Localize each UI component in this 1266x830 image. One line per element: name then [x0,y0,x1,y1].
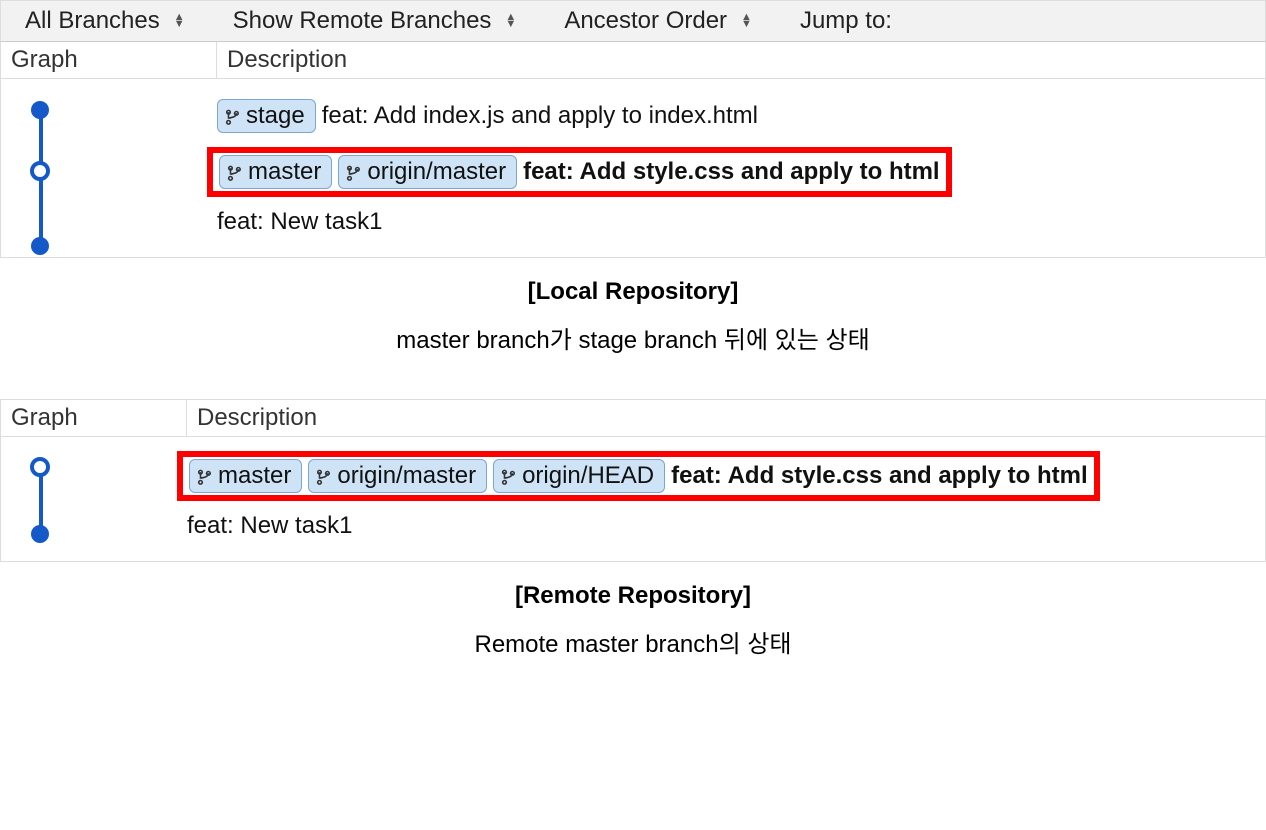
branch-tag-origin-master[interactable]: origin/master [308,459,487,493]
branch-tag-label: stage [246,102,305,130]
sort-arrows-icon: ▲▼ [505,14,516,28]
column-header-graph[interactable]: Graph [1,400,187,436]
commit-row[interactable]: stage feat: Add index.js and apply to in… [217,89,1265,143]
ancestor-order-dropdown[interactable]: Ancestor Order ▲▼ [540,7,776,35]
git-toolbar: All Branches ▲▼ Show Remote Branches ▲▼ … [0,0,1266,42]
commit-message: feat: New task1 [217,208,382,236]
branch-tag-label: origin/master [337,462,476,490]
column-headers-local: Graph Description [0,42,1266,79]
column-headers-remote: Graph Description [0,399,1266,437]
branch-tag-label: master [248,158,321,186]
column-header-description[interactable]: Description [187,400,1265,436]
graph-column-remote [1,447,187,547]
local-caption: [Local Repository] master branch가 stage … [0,258,1266,363]
highlight-box: master origin/master feat: Add style.css… [207,147,952,197]
highlight-box: master origin/master origin/HEAD feat: A… [177,451,1100,501]
show-remote-dropdown[interactable]: Show Remote Branches ▲▼ [209,7,541,35]
commit-row[interactable]: feat: New task1 [217,201,1265,243]
commit-node[interactable] [31,525,49,543]
commit-message: feat: New task1 [187,512,352,540]
commit-node[interactable] [31,237,49,255]
branch-icon [345,163,363,181]
remote-repo-panel: master origin/master origin/HEAD feat: A… [0,437,1266,562]
remote-caption-title: [Remote Repository] [0,582,1266,610]
remote-caption-sub: Remote master branch의 상태 [0,624,1266,659]
branch-icon [226,163,244,181]
graph-column-local [1,89,217,243]
local-caption-title: [Local Repository] [0,278,1266,306]
jump-to-control[interactable]: Jump to: [776,7,916,35]
sort-arrows-icon: ▲▼ [741,14,752,28]
column-header-graph[interactable]: Graph [1,42,217,78]
jump-to-label: Jump to: [800,7,892,35]
ancestor-order-label: Ancestor Order [564,7,727,35]
branch-icon [315,467,333,485]
description-column-local: stage feat: Add index.js and apply to in… [217,89,1265,243]
remote-caption: [Remote Repository] Remote master branch… [0,562,1266,667]
branch-tag-master[interactable]: master [189,459,302,493]
sort-arrows-icon: ▲▼ [174,14,185,28]
commit-row-highlighted[interactable]: master origin/master origin/HEAD feat: A… [187,447,1265,505]
branch-icon [500,467,518,485]
branch-filter-dropdown[interactable]: All Branches ▲▼ [1,7,209,35]
branch-tag-stage[interactable]: stage [217,99,316,133]
branch-tag-origin-head[interactable]: origin/HEAD [493,459,665,493]
commit-node-current[interactable] [30,457,50,477]
commit-message: feat: Add style.css and apply to html [523,158,940,186]
commit-node-current[interactable] [30,161,50,181]
commit-node[interactable] [31,101,49,119]
branch-tag-label: origin/HEAD [522,462,654,490]
branch-tag-origin-master[interactable]: origin/master [338,155,517,189]
column-header-description[interactable]: Description [217,42,1265,78]
local-caption-sub: master branch가 stage branch 뒤에 있는 상태 [0,320,1266,355]
local-repo-panel: stage feat: Add index.js and apply to in… [0,79,1266,258]
branch-filter-label: All Branches [25,7,160,35]
branch-icon [196,467,214,485]
branch-icon [224,107,242,125]
show-remote-label: Show Remote Branches [233,7,492,35]
branch-tag-label: origin/master [367,158,506,186]
description-column-remote: master origin/master origin/HEAD feat: A… [187,447,1265,547]
branch-tag-master[interactable]: master [219,155,332,189]
commit-row[interactable]: feat: New task1 [187,505,1265,547]
commit-row-highlighted[interactable]: master origin/master feat: Add style.css… [217,143,1265,201]
commit-message: feat: Add style.css and apply to html [671,462,1088,490]
commit-message: feat: Add index.js and apply to index.ht… [322,102,758,130]
branch-tag-label: master [218,462,291,490]
